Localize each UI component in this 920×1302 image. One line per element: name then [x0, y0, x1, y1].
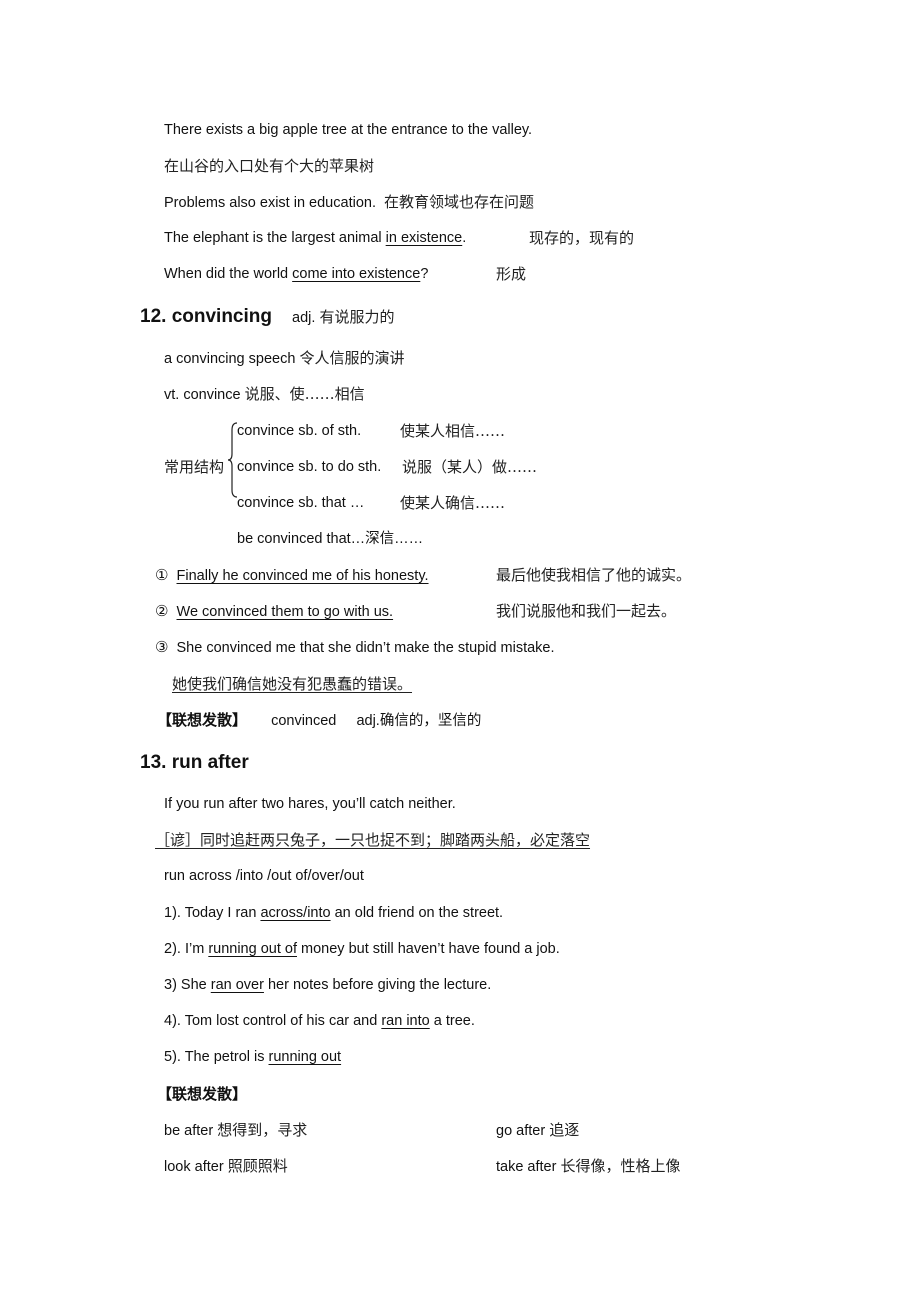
key-phrase: ran into [381, 1013, 430, 1029]
example-sentence: Problems also exist in education. 在教育领域也… [164, 192, 534, 213]
example-item: ① Finally he convinced me of his honesty… [155, 565, 429, 586]
phrase-cn: 想得到，寻求 [217, 1121, 308, 1139]
sentence-translation: 在教育领域也存在问题 [384, 193, 535, 211]
example-en: We convinced them to go with us. [176, 604, 394, 620]
section-heading-13: 13. run after [140, 752, 249, 773]
example-item: 1). Today I ran across/into an old frien… [164, 903, 503, 923]
part-of-speech: adj. [292, 310, 316, 326]
example-item: ② We convinced them to go with us. [155, 601, 393, 622]
example-number: ③ [155, 638, 169, 656]
example-text: an old friend on the street. [330, 905, 504, 921]
phrase-item: take after 长得像，性格上像 [496, 1156, 681, 1177]
phrase-cn: 长得像，性格上像 [560, 1157, 681, 1175]
structure-en: convince sb. to do sth. [237, 459, 382, 475]
collocation-cn: 令人信服的演讲 [299, 349, 405, 367]
example-cn: 她使我们确信她没有犯愚蠢的错误。 [172, 675, 413, 693]
example-text: her notes before giving the lecture. [263, 977, 492, 993]
example-text: a tree. [429, 1013, 475, 1029]
verb-en: vt. convince [164, 387, 241, 403]
example-cn: 我们说服他和我们一起去。 [496, 602, 677, 620]
example-number: ② [155, 602, 169, 620]
key-phrase: in existence [385, 230, 463, 246]
example-text: money but still haven’t have found a job… [297, 941, 560, 957]
example-item: 4). Tom lost control of his car and ran … [164, 1011, 475, 1031]
example-text: 4). Tom lost control of his car and [164, 1013, 382, 1029]
example-item: ③ She convinced me that she didn’t make … [155, 637, 555, 658]
phrase-cn: 照顾照料 [227, 1157, 288, 1175]
example-en: She convinced me that she didn’t make th… [176, 640, 555, 656]
verb-form: vt. convince 说服、使……相信 [164, 384, 365, 405]
structure-cn: 使某人相信…… [400, 422, 506, 440]
collocation: a convincing speech 令人信服的演讲 [164, 348, 404, 369]
key-phrase: across/into [260, 905, 331, 921]
structure-cn: 说服（某人）做…… [402, 458, 538, 476]
example-sentence: The elephant is the largest animal in ex… [164, 228, 466, 248]
association-row: 【联想发散】 convinced adj.确信的，坚信的 [157, 710, 481, 731]
key-phrase: running out of [208, 941, 297, 957]
example-text: 1). Today I ran [164, 905, 261, 921]
structure-extra: be convinced that…深信…… [237, 531, 424, 547]
key-phrase: ran over [210, 977, 264, 993]
example-sentence: When did the world come into existence? [164, 264, 428, 284]
example-cn: 最后他使我相信了他的诚实。 [496, 566, 692, 584]
phrase-meaning: 形成 [496, 265, 527, 283]
key-phrase: come into existence [292, 266, 421, 282]
sentence-text: . [462, 230, 467, 246]
sentence-text: ? [420, 266, 429, 282]
key-phrase: running out [268, 1049, 342, 1065]
example-text: 3) She [164, 977, 211, 993]
phrase-item: look after 照顾照料 [164, 1156, 288, 1177]
structure-en: convince sb. that … [237, 495, 365, 511]
example-item: 3) She ran over her notes before giving … [164, 975, 491, 995]
sentence-text: The elephant is the largest animal [164, 230, 386, 246]
verb-cn: 说服、使……相信 [244, 385, 365, 403]
example-translation: 在山谷的入口处有个大的苹果树 [164, 157, 375, 175]
association-label: 【联想发散】 [157, 1085, 248, 1103]
phrase-item: go after 追逐 [496, 1120, 579, 1141]
phrase-en: go after [496, 1123, 546, 1139]
phrase-cn: 追逐 [549, 1121, 580, 1139]
example-text: 5). The petrol is [164, 1049, 269, 1065]
proverb: If you run after two hares, you’ll catch… [164, 796, 456, 812]
association-label: 【联想发散】 [157, 711, 248, 729]
example-text: 2). I’m [164, 941, 209, 957]
sentence-text: Problems also exist in education. [164, 195, 376, 211]
word-meaning: 有说服力的 [319, 308, 395, 326]
phrase-en: be after [164, 1123, 214, 1139]
structure-en: convince sb. of sth. [237, 423, 362, 439]
phrase-item: be after 想得到，寻求 [164, 1120, 307, 1141]
example-item: 2). I’m running out of money but still h… [164, 939, 560, 959]
phrase-en: look after [164, 1159, 224, 1175]
structure-cn: 使某人确信…… [400, 494, 506, 512]
section-heading-12: 12. convincing adj. 有说服力的 [140, 305, 394, 329]
collocation-en: a convincing speech [164, 351, 296, 367]
phrase-en: take after [496, 1159, 557, 1175]
structures-label: 常用结构 [164, 458, 225, 476]
example-sentence: There exists a big apple tree at the ent… [164, 122, 533, 138]
example-item: 5). The petrol is running out [164, 1047, 341, 1067]
sentence-text: When did the world [164, 266, 293, 282]
association-meaning: adj.确信的，坚信的 [356, 713, 482, 729]
phrase-meaning: 现存的，现有的 [529, 229, 635, 247]
example-en: Finally he convinced me of his honesty. [176, 568, 429, 584]
related-phrases: run across /into /out of/over/out [164, 868, 364, 884]
example-number: ① [155, 566, 169, 584]
association-word: convinced [271, 713, 337, 729]
heading-text: 12. convincing [140, 306, 272, 327]
proverb-translation: ［谚］同时追赶两只兔子，一只也捉不到；脚踏两头船，必定落空 [155, 831, 591, 849]
